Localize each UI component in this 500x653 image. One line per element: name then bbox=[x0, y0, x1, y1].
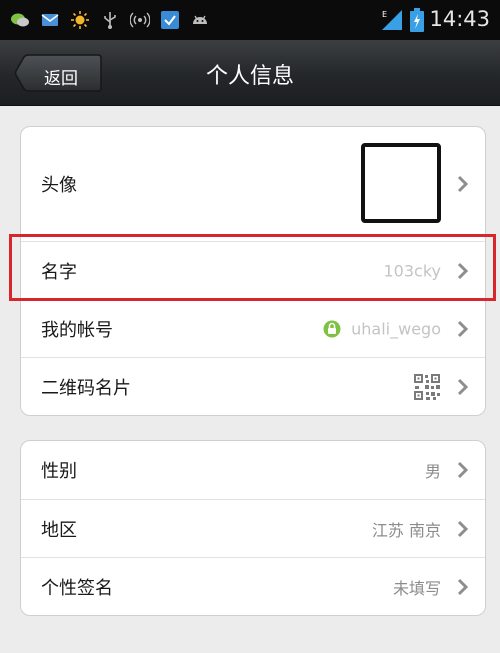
region-label: 地区 bbox=[41, 519, 77, 541]
chat-icon bbox=[11, 13, 29, 27]
wifi-signal-icon bbox=[130, 12, 150, 28]
clock: 14:43 bbox=[429, 7, 490, 31]
account-label: 我的帐号 bbox=[41, 319, 113, 341]
gender-value: 男 bbox=[424, 462, 441, 481]
usb-icon bbox=[104, 12, 116, 29]
signature-row[interactable]: 个性签名 未填写 bbox=[21, 557, 485, 615]
status-bar: E 14:43 bbox=[0, 0, 500, 40]
sun-icon bbox=[71, 11, 89, 29]
details-card: 性别 男 地区 江苏 南京 个性签名 未填写 bbox=[20, 440, 486, 616]
download-icon bbox=[161, 11, 179, 29]
account-value: uhali_wego bbox=[351, 319, 441, 338]
avatar-label: 头像 bbox=[41, 175, 77, 196]
account-row[interactable]: 我的帐号 uhali_wego bbox=[21, 299, 485, 357]
gender-label: 性别 bbox=[41, 461, 77, 482]
chevron-right-icon bbox=[457, 461, 469, 479]
name-row-highlight bbox=[9, 234, 496, 301]
avatar[interactable] bbox=[361, 143, 441, 223]
chevron-right-icon bbox=[457, 175, 469, 193]
gender-row[interactable]: 性别 男 bbox=[21, 441, 485, 499]
svg-text:E: E bbox=[382, 10, 387, 19]
signature-label: 个性签名 bbox=[41, 577, 113, 599]
chevron-right-icon bbox=[457, 520, 469, 537]
qrcode-label: 二维码名片 bbox=[41, 377, 131, 399]
android-icon bbox=[193, 15, 207, 24]
chevron-right-icon bbox=[457, 320, 469, 337]
qrcode-row[interactable]: 二维码名片 bbox=[21, 357, 485, 415]
qr-code-icon bbox=[413, 372, 441, 401]
battery-icon bbox=[410, 8, 424, 32]
region-row[interactable]: 地区 江苏 南京 bbox=[21, 499, 485, 557]
lock-icon bbox=[323, 320, 341, 337]
page-title: 个人信息 bbox=[205, 64, 294, 89]
chevron-right-icon bbox=[457, 578, 469, 595]
signal-icon: E bbox=[382, 10, 402, 30]
region-value: 江苏 南京 bbox=[371, 520, 441, 540]
chevron-right-icon bbox=[457, 378, 469, 395]
avatar-row[interactable]: 头像 bbox=[21, 127, 485, 241]
nav-bar: 返回 个人信息 bbox=[0, 40, 500, 106]
mail-icon bbox=[41, 14, 59, 26]
signature-value: 未填写 bbox=[392, 578, 441, 598]
